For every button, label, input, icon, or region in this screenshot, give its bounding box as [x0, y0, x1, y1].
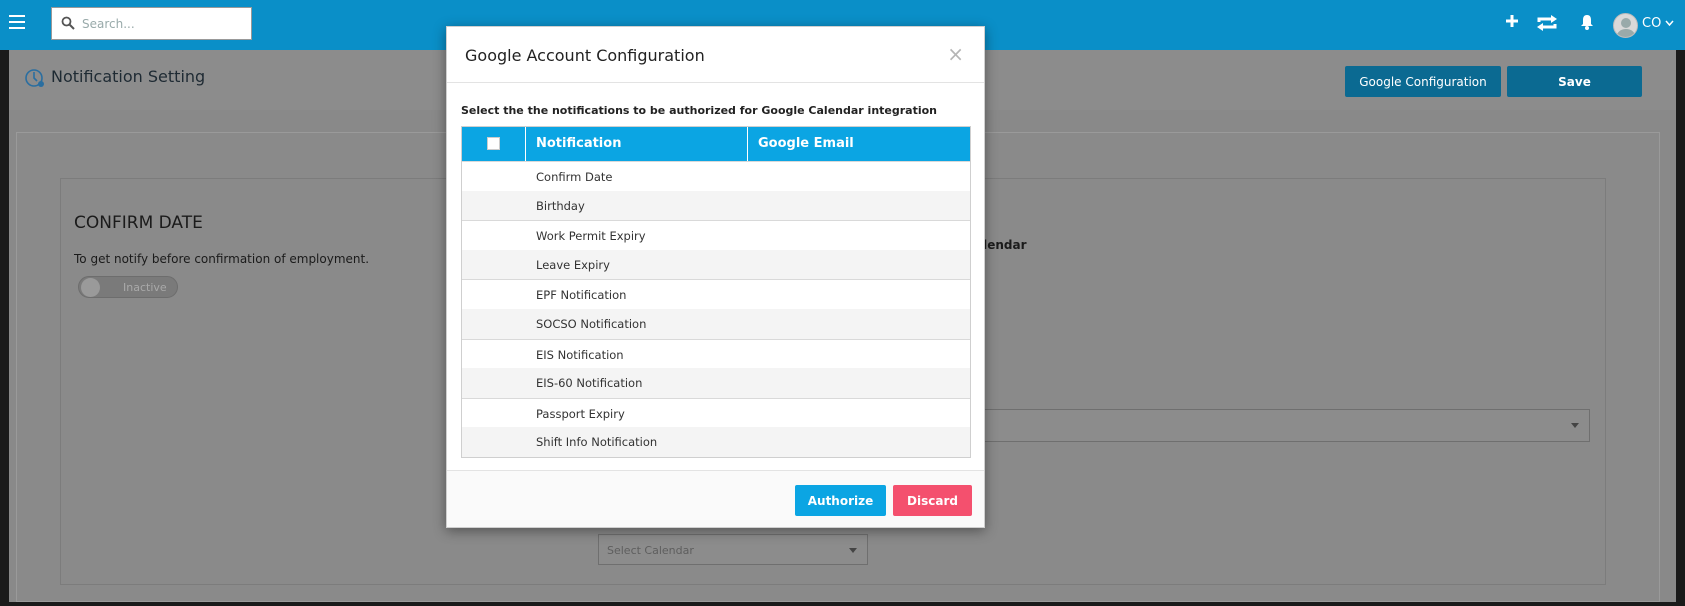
- background-select[interactable]: [975, 409, 1590, 442]
- confirm-date-description: To get notify before confirmation of emp…: [74, 252, 370, 266]
- table-header: Notification Google Email: [462, 127, 970, 161]
- confirm-date-title: CONFIRM DATE: [74, 213, 203, 233]
- notification-name: Work Permit Expiry: [536, 229, 646, 244]
- select-calendar-placeholder: Select Calendar: [607, 544, 694, 557]
- modal-description: Select the the notifications to be autho…: [461, 104, 938, 117]
- plus-icon[interactable]: [1505, 14, 1519, 32]
- search-input[interactable]: [82, 14, 242, 34]
- search-box[interactable]: [51, 7, 252, 40]
- caret-down-icon: [1571, 423, 1579, 428]
- close-icon[interactable]: ×: [947, 42, 964, 66]
- select-all-checkbox[interactable]: [487, 137, 500, 150]
- page-title: Notification Setting: [51, 67, 206, 86]
- sync-icon[interactable]: [1536, 14, 1558, 36]
- caret-down-icon: [849, 548, 857, 553]
- select-calendar-dropdown[interactable]: Select Calendar: [598, 534, 868, 565]
- toggle-label: Inactive: [123, 281, 167, 294]
- confirm-date-toggle[interactable]: Inactive: [78, 276, 178, 298]
- notification-table: Notification Google Email Confirm Date B…: [461, 126, 971, 458]
- notification-setting-icon: [25, 69, 44, 87]
- notification-name: EIS-60 Notification: [536, 376, 643, 391]
- chevron-down-icon: [1665, 20, 1675, 27]
- table-row[interactable]: EIS-60 Notification: [462, 368, 970, 398]
- save-button[interactable]: Save: [1507, 66, 1642, 97]
- table-row[interactable]: Confirm Date: [462, 161, 970, 191]
- search-icon: [61, 16, 75, 30]
- table-row[interactable]: Shift Info Notification: [462, 427, 970, 457]
- user-menu[interactable]: CO: [1642, 16, 1675, 31]
- notification-name: Passport Expiry: [536, 406, 625, 421]
- notification-name: SOCSO Notification: [536, 316, 647, 331]
- column-divider: [525, 127, 526, 161]
- column-header-google-email: Google Email: [758, 136, 854, 151]
- column-header-notification: Notification: [536, 136, 622, 151]
- table-row[interactable]: EPF Notification: [462, 279, 970, 309]
- hamburger-menu-icon[interactable]: [9, 15, 25, 29]
- google-configuration-button[interactable]: Google Configuration: [1345, 66, 1501, 97]
- avatar[interactable]: [1613, 13, 1638, 38]
- toggle-knob: [81, 278, 100, 297]
- table-row[interactable]: Work Permit Expiry: [462, 220, 970, 250]
- bell-icon[interactable]: [1580, 14, 1594, 34]
- user-initials: CO: [1642, 16, 1662, 31]
- google-account-configuration-modal: Google Account Configuration × Select th…: [446, 26, 985, 528]
- column-divider: [747, 127, 748, 161]
- table-row[interactable]: SOCSO Notification: [462, 308, 970, 339]
- divider: [447, 82, 984, 83]
- table-row[interactable]: Leave Expiry: [462, 249, 970, 280]
- notification-name: Birthday: [536, 198, 585, 213]
- authorize-button[interactable]: Authorize: [795, 485, 886, 516]
- notification-name: Confirm Date: [536, 170, 613, 184]
- table-row[interactable]: Passport Expiry: [462, 397, 970, 428]
- app-window: CO Notification Setting Google Configura…: [0, 0, 1685, 606]
- notification-name: Shift Info Notification: [536, 435, 658, 450]
- table-row[interactable]: Birthday: [462, 190, 970, 221]
- table-row[interactable]: EIS Notification: [462, 338, 970, 369]
- modal-title: Google Account Configuration: [465, 46, 705, 65]
- discard-button[interactable]: Discard: [893, 485, 972, 516]
- notification-name: EPF Notification: [536, 288, 627, 303]
- notification-name: EIS Notification: [536, 347, 624, 362]
- notification-name: Leave Expiry: [536, 257, 610, 272]
